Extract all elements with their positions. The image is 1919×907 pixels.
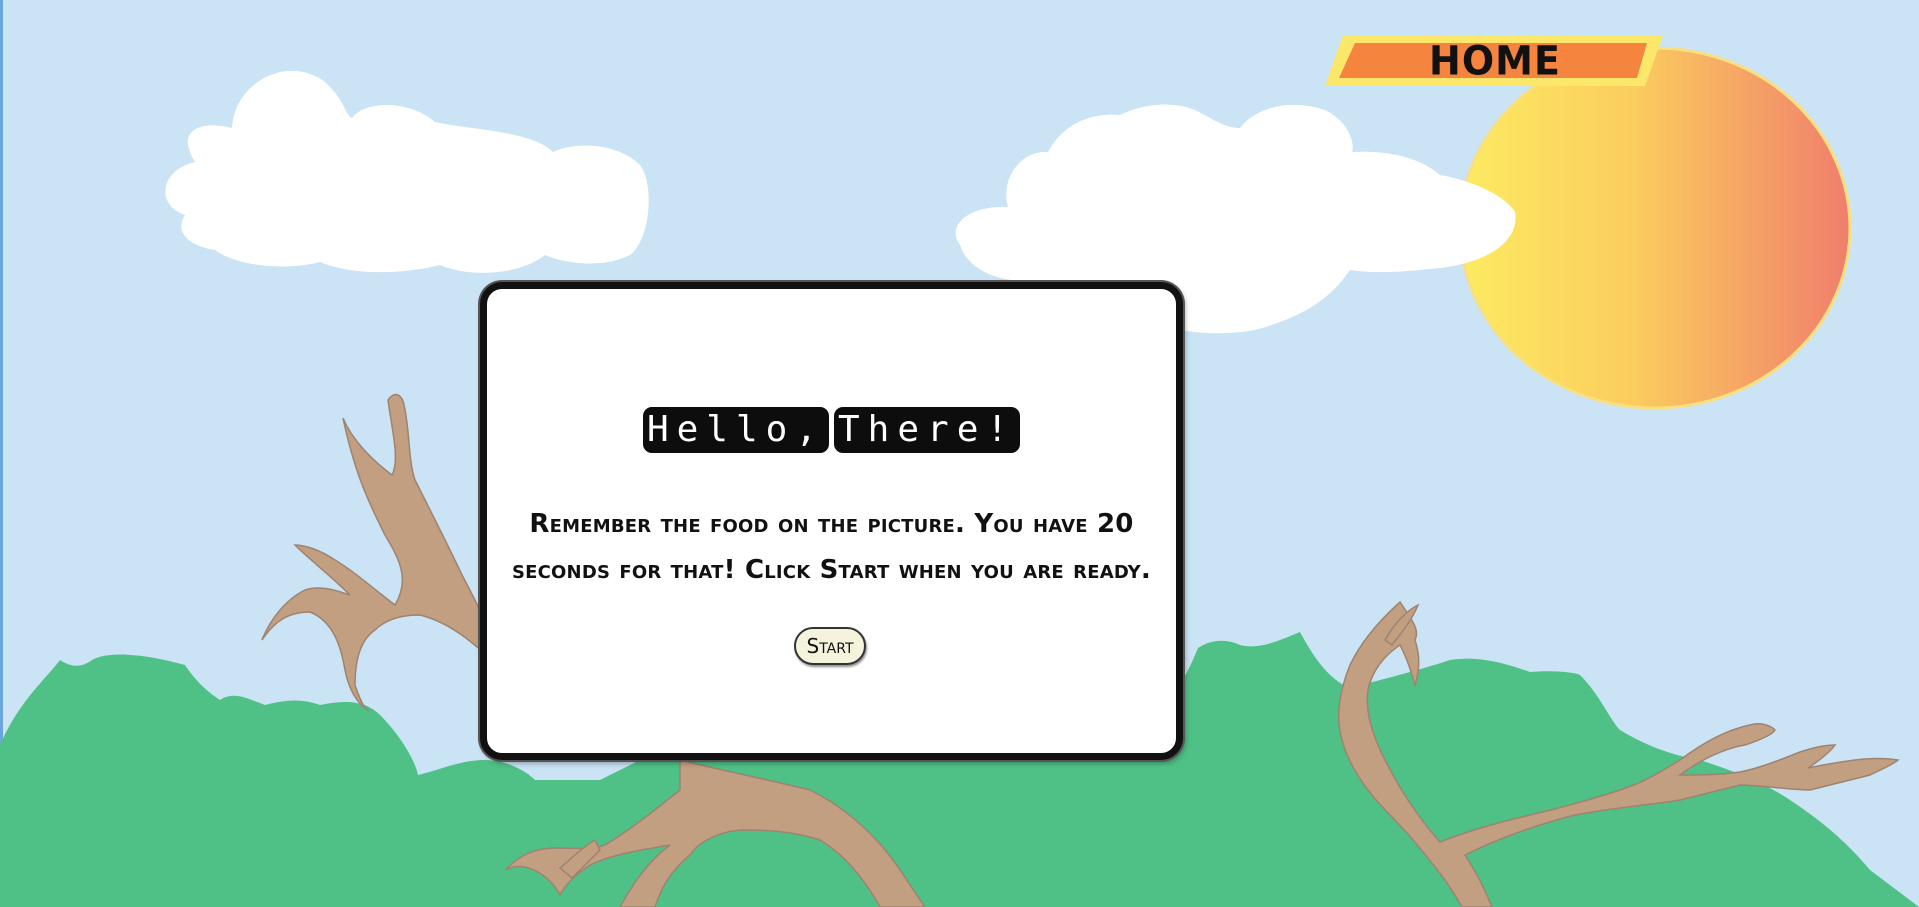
sun <box>1458 46 1852 410</box>
dialog-title-word-2: There! <box>834 407 1021 453</box>
home-button[interactable]: HOME <box>1325 33 1665 88</box>
instructions-dialog: Hello, There! Remember the food on the pi… <box>480 282 1183 760</box>
branch-left <box>261 393 494 711</box>
dialog-title-word-1: Hello, <box>642 407 829 453</box>
dialog-title: Hello, There! <box>487 407 1176 453</box>
game-scene: HOME Hello, There! Remember the food on t… <box>0 0 1919 907</box>
home-label: HOME <box>1429 37 1561 85</box>
cloud-left <box>165 70 649 273</box>
dialog-message: Remember the food on the picture. You ha… <box>511 509 1151 585</box>
start-button[interactable]: Start <box>794 627 866 665</box>
